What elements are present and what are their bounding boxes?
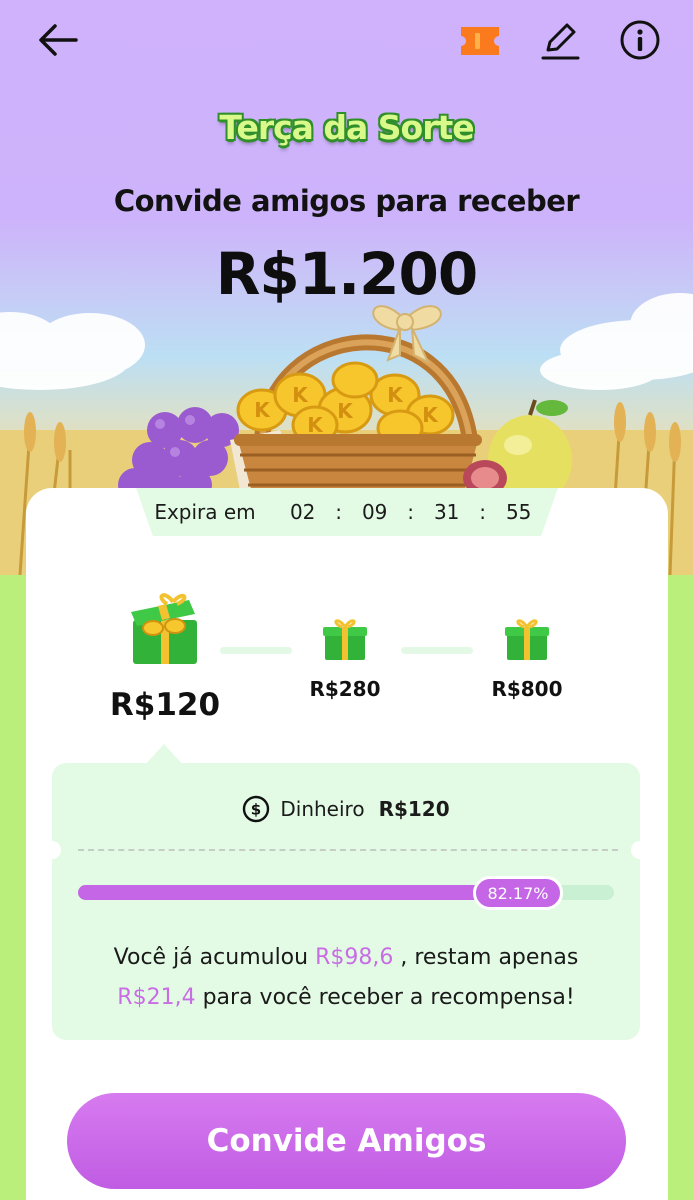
message-text: , restam apenas [400,945,579,970]
countdown-label: Expira em [154,500,256,524]
pencil-icon [541,23,580,60]
ticket-notch [631,841,649,859]
gift-box-icon [323,619,367,660]
svg-text:K: K [292,383,309,407]
message-text: para você receber a recompensa! [202,985,575,1010]
info-button[interactable] [614,16,666,64]
message-text: Você já acumulou [113,945,309,970]
svg-text:K: K [422,403,439,427]
ticket-notch [43,841,61,859]
svg-text:K: K [254,398,271,422]
countdown-seconds: 55 [505,500,532,524]
gift-box-coins-icon [131,593,197,664]
hero-amount: R$1.200 [215,240,478,308]
ticket-icon [461,27,499,55]
info-icon [620,20,660,60]
svg-text:$: $ [251,801,261,819]
countdown-minutes: 31 [433,500,460,524]
svg-text:K: K [337,399,354,423]
milestone-3[interactable]: R$800 [472,616,582,701]
dashed-divider [78,849,618,851]
remaining-amount: R$21,4 [117,985,196,1010]
reward-summary: $ Dinheiro R$120 [52,792,640,826]
milestone-connector [220,647,292,654]
back-button[interactable] [32,18,84,62]
reward-amount: R$120 [378,797,450,821]
arrow-left-icon [39,24,78,56]
progress-fill [78,885,518,900]
milestone-connector [401,647,473,654]
countdown-timer: Expira em 02 : 09 : 31 : 55 [136,488,558,536]
gift-box-icon [505,619,549,660]
svg-text:K: K [387,383,404,407]
svg-text:K: K [307,413,324,437]
milestone-amount: R$800 [491,677,563,701]
invite-friends-button[interactable]: Convide Amigos [67,1093,626,1189]
countdown-separator: : [479,500,487,524]
edit-button[interactable] [534,16,586,64]
countdown-separator: : [335,500,343,524]
milestone-1[interactable]: R$120 [100,590,230,723]
progress-badge: 82.17% [473,876,563,910]
accumulated-amount: R$98,6 [315,945,394,970]
brand-logo: Terça da Sorte [219,108,474,147]
milestone-amount: R$280 [309,677,381,701]
countdown-days: 02 [289,500,316,524]
hero-subtitle: Convide amigos para receber [113,184,580,218]
milestone-amount: R$120 [109,687,221,723]
ticket-button[interactable] [455,20,505,62]
milestone-2[interactable]: R$280 [290,616,400,701]
top-bar [0,0,693,84]
countdown-hours: 09 [361,500,388,524]
dollar-circle-icon: $ [242,795,270,823]
countdown-separator: : [407,500,415,524]
reward-message: Você já acumulou R$98,6 , restam apenas … [62,938,630,1018]
reward-type: Dinheiro [280,797,365,821]
